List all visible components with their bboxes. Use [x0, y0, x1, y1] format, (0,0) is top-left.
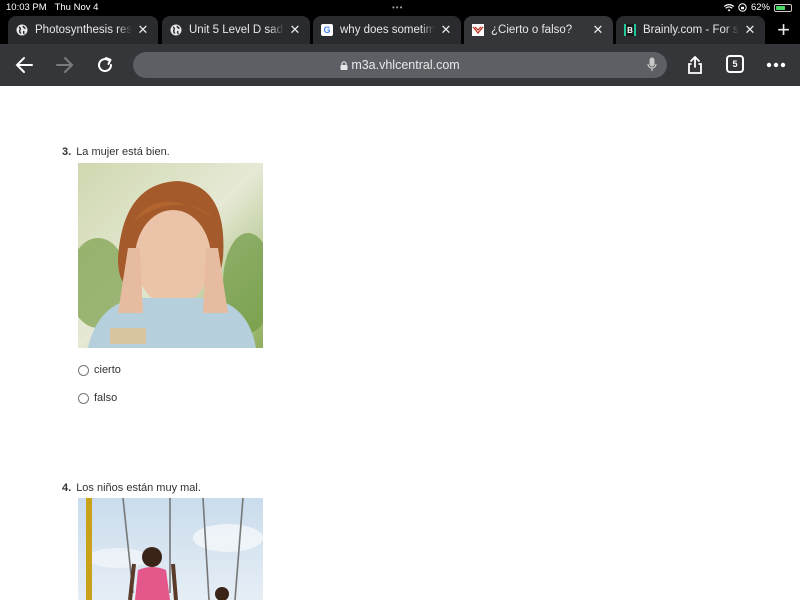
- page-content: 3. La mujer está bien. cierto falso 4. L…: [0, 86, 800, 600]
- globe-icon: [170, 24, 182, 36]
- question-4-image: [78, 498, 263, 600]
- tab-strip: Photosynthesis research ✕ Unit 5 Level D…: [0, 15, 800, 44]
- more-menu-button[interactable]: [763, 52, 789, 78]
- vhl-icon: [472, 24, 484, 36]
- tab-switcher-button[interactable]: 5: [726, 55, 744, 73]
- tab-photosynthesis[interactable]: Photosynthesis research ✕: [8, 16, 158, 44]
- radio-falso[interactable]: [78, 392, 89, 404]
- orientation-lock-icon: [738, 3, 747, 12]
- close-icon[interactable]: ✕: [288, 22, 302, 38]
- status-time: 10:03 PM Thu Nov 4: [6, 2, 99, 13]
- children-swings-photo: [78, 498, 263, 600]
- reload-button[interactable]: [92, 52, 118, 78]
- status-bar: 10:03 PM Thu Nov 4 ••• 62%: [0, 0, 800, 15]
- option-falso[interactable]: falso: [78, 392, 117, 404]
- tab-google-search[interactable]: G why does sometimes ✕: [313, 16, 461, 44]
- question-text: La mujer está bien.: [76, 146, 170, 158]
- brainly-icon: B: [624, 24, 636, 36]
- arrow-right-icon: [56, 57, 74, 73]
- battery-level: [776, 5, 785, 10]
- url-display[interactable]: m3a.vhlcentral.com: [133, 58, 667, 72]
- microphone-icon: [647, 57, 657, 71]
- globe-icon: [16, 24, 28, 36]
- wifi-icon: [723, 3, 734, 11]
- reload-icon: [98, 57, 113, 73]
- radio-cierto[interactable]: [78, 364, 89, 376]
- forward-button[interactable]: [52, 52, 78, 78]
- close-icon[interactable]: ✕: [439, 22, 453, 38]
- back-button[interactable]: [11, 52, 37, 78]
- more-dots-icon: [766, 62, 786, 68]
- new-tab-button[interactable]: +: [777, 17, 790, 43]
- tab-cierto-o-falso[interactable]: ¿Cierto o falso? ✕: [464, 16, 613, 44]
- question-number: 3.: [62, 146, 72, 158]
- address-bar[interactable]: m3a.vhlcentral.com: [133, 52, 667, 78]
- status-icons: 62%: [723, 2, 792, 13]
- tab-brainly[interactable]: B Brainly.com - For students ✕: [616, 16, 765, 44]
- microphone-button[interactable]: [647, 57, 657, 75]
- question-3-image: [78, 163, 263, 348]
- lock-icon: [340, 61, 348, 70]
- share-icon: [688, 55, 702, 74]
- option-label: cierto: [94, 364, 121, 376]
- question-text: Los niños están muy mal.: [76, 482, 201, 494]
- close-icon[interactable]: ✕: [591, 22, 605, 38]
- arrow-left-icon: [15, 57, 33, 73]
- option-label: falso: [94, 392, 118, 404]
- google-icon: G: [321, 24, 333, 36]
- question-4-prompt: 4. Los niños están muy mal.: [62, 482, 201, 494]
- close-icon[interactable]: ✕: [136, 22, 150, 38]
- multitask-indicator[interactable]: •••: [392, 3, 403, 12]
- question-number: 4.: [62, 482, 72, 494]
- question-3-prompt: 3. La mujer está bien.: [62, 146, 170, 158]
- battery-icon: [774, 3, 792, 12]
- option-cierto[interactable]: cierto: [78, 364, 121, 376]
- close-icon[interactable]: ✕: [743, 22, 757, 38]
- battery-percent: 62%: [750, 2, 770, 13]
- tab-unit5[interactable]: Unit 5 Level D sadlier ✕: [162, 16, 310, 44]
- share-button[interactable]: [682, 52, 708, 78]
- woman-headache-photo: [78, 163, 263, 348]
